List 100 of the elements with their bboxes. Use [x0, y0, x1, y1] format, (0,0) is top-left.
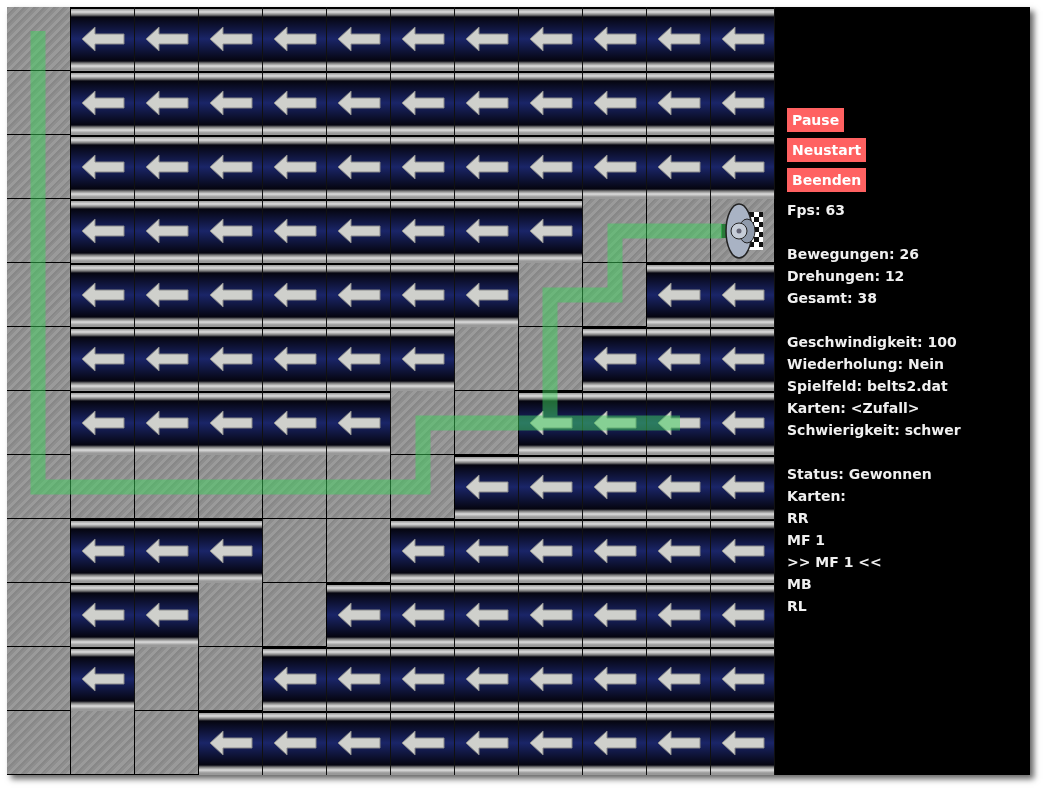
arrow-left-icon [80, 26, 125, 52]
arrow-left-icon [592, 666, 637, 692]
arrow-left-icon [208, 154, 253, 180]
arrow-left-icon [528, 474, 573, 500]
arrow-left-icon [720, 282, 765, 308]
arrow-left-icon [464, 474, 509, 500]
arrow-left-icon [400, 346, 445, 372]
arrow-left-icon [144, 154, 189, 180]
arrow-left-icon [336, 282, 381, 308]
floor-tile [7, 7, 71, 71]
arrow-left-icon [720, 538, 765, 564]
arrow-left-icon [336, 410, 381, 436]
arrow-left-icon [80, 410, 125, 436]
arrow-left-icon [656, 26, 701, 52]
arrow-left-icon [208, 282, 253, 308]
arrow-left-icon [208, 730, 253, 756]
arrow-left-icon [144, 538, 189, 564]
arrow-left-icon [80, 154, 125, 180]
arrow-left-icon [144, 90, 189, 116]
arrow-left-icon [400, 666, 445, 692]
arrow-left-icon [720, 474, 765, 500]
arrow-left-icon [720, 154, 765, 180]
arrow-left-icon [592, 410, 637, 436]
arrow-left-icon [272, 90, 317, 116]
arrow-left-icon [656, 346, 701, 372]
floor-tile [263, 519, 327, 583]
arrow-left-icon [80, 282, 125, 308]
menu-button[interactable]: Pause [787, 108, 845, 132]
menu-button[interactable]: Neustart [787, 138, 867, 162]
arrow-left-icon [528, 154, 573, 180]
floor-tile [327, 519, 391, 583]
arrow-left-icon [144, 218, 189, 244]
info-line: Schwierigkeit: schwer [787, 421, 961, 440]
info-line: >> MF 1 << [787, 553, 883, 572]
arrow-left-icon [336, 90, 381, 116]
arrow-left-icon [592, 730, 637, 756]
info-line: Bewegungen: 26 [787, 245, 919, 264]
floor-tile [199, 647, 263, 711]
info-line: Drehungen: 12 [787, 267, 906, 286]
floor-tile [135, 455, 199, 519]
floor-tile [71, 711, 135, 775]
arrow-left-icon [144, 282, 189, 308]
arrow-left-icon [528, 410, 573, 436]
floor-tile [583, 263, 647, 327]
arrow-left-icon [528, 666, 573, 692]
info-line: Karten: <Zufall> [787, 399, 921, 418]
arrow-left-icon [720, 730, 765, 756]
arrow-left-icon [464, 154, 509, 180]
arrow-left-icon [336, 666, 381, 692]
arrow-left-icon [592, 90, 637, 116]
arrow-left-icon [720, 346, 765, 372]
arrow-left-icon [272, 666, 317, 692]
info-line: Status: Gewonnen [787, 465, 932, 484]
floor-tile [7, 199, 71, 263]
arrow-left-icon [656, 538, 701, 564]
info-line: RR [787, 509, 810, 528]
menu-button[interactable]: Beenden [787, 168, 867, 192]
arrow-left-icon [464, 26, 509, 52]
arrow-left-icon [272, 730, 317, 756]
arrow-left-icon [720, 666, 765, 692]
arrow-left-icon [592, 26, 637, 52]
arrow-left-icon [464, 90, 509, 116]
arrow-left-icon [208, 26, 253, 52]
arrow-left-icon [144, 602, 189, 628]
info-line: MF 1 [787, 531, 827, 550]
floor-tile [391, 391, 455, 455]
floor-tile [7, 583, 71, 647]
arrow-left-icon [208, 346, 253, 372]
floor-tile [7, 135, 71, 199]
floor-tile [71, 455, 135, 519]
arrow-left-icon [464, 282, 509, 308]
info-line: Spielfeld: belts2.dat [787, 377, 949, 396]
floor-tile [263, 583, 327, 647]
arrow-left-icon [528, 218, 573, 244]
floor-tile [519, 327, 583, 391]
arrow-left-icon [208, 410, 253, 436]
arrow-left-icon [144, 410, 189, 436]
floor-tile [199, 455, 263, 519]
arrow-left-icon [400, 730, 445, 756]
floor-tile [327, 455, 391, 519]
arrow-left-icon [720, 26, 765, 52]
floor-tile [199, 583, 263, 647]
arrow-left-icon [80, 346, 125, 372]
floor-tile [7, 327, 71, 391]
arrow-left-icon [528, 730, 573, 756]
arrow-left-icon [656, 410, 701, 436]
arrow-left-icon [656, 154, 701, 180]
arrow-left-icon [400, 218, 445, 244]
arrow-left-icon [144, 346, 189, 372]
arrow-left-icon [336, 218, 381, 244]
arrow-left-icon [592, 154, 637, 180]
arrow-left-icon [400, 602, 445, 628]
arrow-left-icon [208, 538, 253, 564]
floor-tile [519, 263, 583, 327]
arrow-left-icon [656, 90, 701, 116]
floor-tile [391, 455, 455, 519]
arrow-left-icon [592, 474, 637, 500]
arrow-left-icon [272, 154, 317, 180]
arrow-left-icon [464, 666, 509, 692]
arrow-left-icon [400, 538, 445, 564]
